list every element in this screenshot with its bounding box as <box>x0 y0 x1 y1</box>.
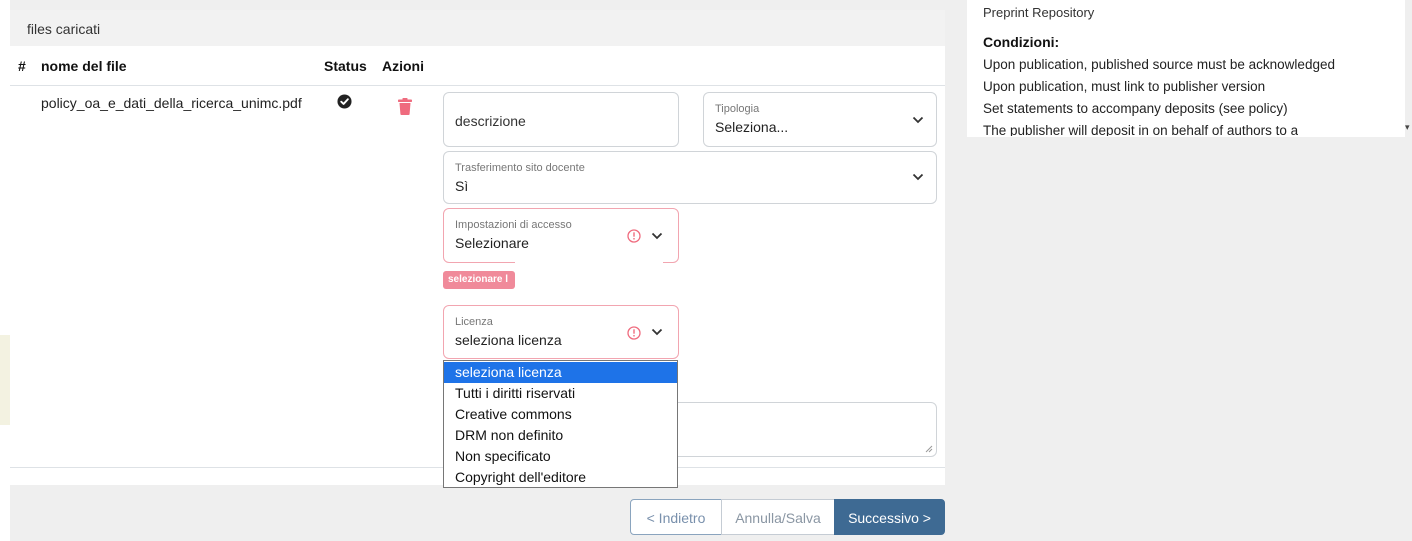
column-header-status: Status <box>324 58 367 74</box>
licenza-value: seleziona licenza <box>455 332 562 348</box>
column-header-index: # <box>18 58 26 74</box>
chevron-down-icon <box>651 232 663 240</box>
tipologia-value: Seleziona... <box>715 119 789 135</box>
tipologia-label: Tipologia <box>715 103 760 115</box>
trasferimento-value: Sì <box>455 178 469 194</box>
licenza-option[interactable]: Creative commons <box>444 404 677 425</box>
accesso-error-badge: selezionare l <box>443 271 515 289</box>
scroll-down-icon[interactable]: ▾ <box>1405 122 1410 133</box>
cancel-save-button[interactable]: Annulla/Salva <box>721 499 835 535</box>
chevron-down-icon <box>912 173 924 181</box>
chevron-down-icon <box>912 116 924 124</box>
accesso-value: Selezionare <box>455 235 529 251</box>
warning-icon <box>627 229 641 243</box>
decorative-strip <box>0 335 10 425</box>
accesso-select[interactable]: Impostazioni di accesso Selezionare <box>443 208 679 263</box>
file-name: policy_oa_e_dati_della_ricerca_unimc.pdf <box>41 95 302 111</box>
trash-icon[interactable] <box>398 98 412 115</box>
policy-conditions-heading: Condizioni: <box>983 34 1060 50</box>
chevron-down-icon <box>651 328 663 336</box>
descrizione-input[interactable]: descrizione <box>443 92 679 147</box>
licenza-dropdown-list[interactable]: seleziona licenza Tutti i diritti riserv… <box>443 360 678 488</box>
licenza-option[interactable]: seleziona licenza <box>444 362 677 383</box>
licenza-option[interactable]: Copyright dell'editore <box>444 467 677 488</box>
licenza-select[interactable]: Licenza seleziona licenza <box>443 305 679 359</box>
resize-handle-icon[interactable] <box>925 445 933 453</box>
descrizione-placeholder: descrizione <box>455 113 526 129</box>
trasferimento-select[interactable]: Trasferimento sito docente Sì <box>443 151 937 204</box>
check-circle-icon <box>337 94 352 109</box>
licenza-option[interactable]: Tutti i diritti riservati <box>444 383 677 404</box>
licenza-option[interactable]: Non specificato <box>444 446 677 467</box>
files-card-title: files caricati <box>27 21 101 37</box>
policy-condition: Set statements to accompany deposits (se… <box>983 101 1288 116</box>
tipologia-select[interactable]: Tipologia Seleziona... <box>703 92 937 147</box>
accesso-label: Impostazioni di accesso <box>455 219 572 231</box>
licenza-label: Licenza <box>455 316 493 328</box>
column-header-actions: Azioni <box>382 58 424 74</box>
back-button[interactable]: < Indietro <box>630 499 722 535</box>
column-header-filename: nome del file <box>41 58 127 74</box>
policy-condition: Upon publication, published source must … <box>983 57 1335 72</box>
policy-preprint-text: Preprint Repository <box>983 5 1095 20</box>
files-card-header: files caricati <box>10 10 945 46</box>
policy-condition: The publisher will deposit in on behalf … <box>983 123 1299 136</box>
next-button[interactable]: Successivo > <box>834 499 945 535</box>
warning-icon <box>627 326 641 340</box>
overlay-cutout <box>515 262 663 307</box>
policy-box: Preprint Repository Condizioni: Upon pub… <box>967 0 1405 137</box>
table-header-divider <box>10 85 945 86</box>
page-margin <box>0 0 10 541</box>
licenza-option[interactable]: DRM non definito <box>444 425 677 446</box>
policy-condition: Upon publication, must link to publisher… <box>983 79 1266 94</box>
trasferimento-label: Trasferimento sito docente <box>455 162 585 174</box>
